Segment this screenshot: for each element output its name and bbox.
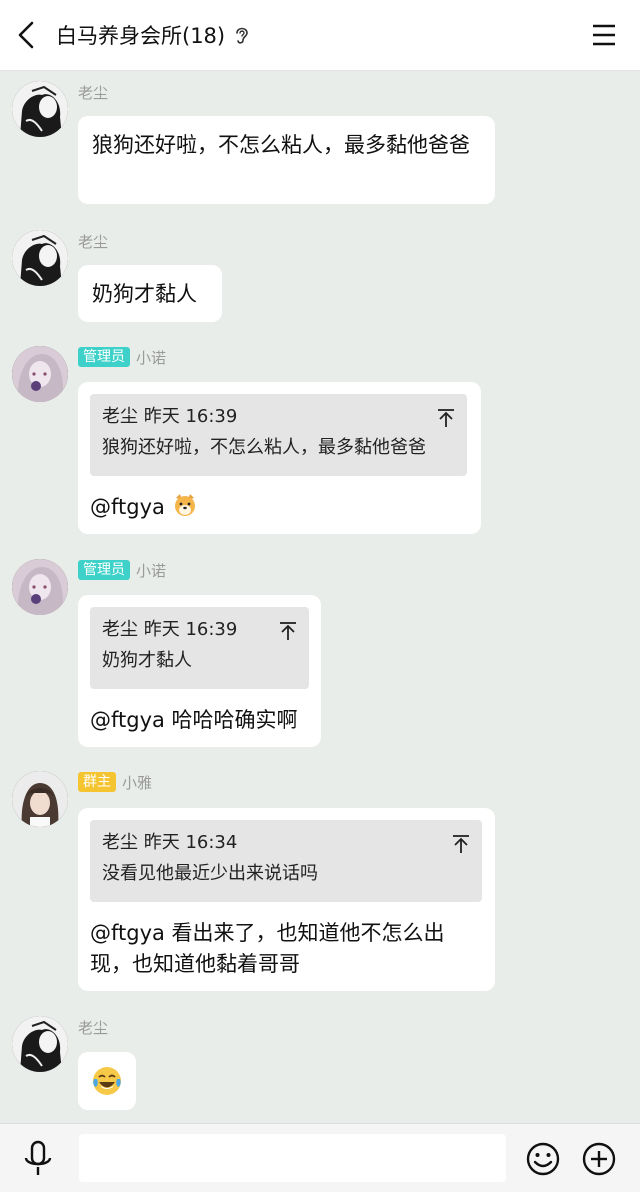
reply-text: @ftgya 哈哈哈确实啊 bbox=[90, 708, 298, 732]
message-text: 奶狗才黏人 bbox=[92, 282, 197, 306]
jump-to-top-icon[interactable] bbox=[279, 621, 297, 641]
input-bar bbox=[0, 1123, 640, 1192]
avatar[interactable] bbox=[12, 81, 68, 137]
jump-to-top-icon[interactable] bbox=[452, 834, 470, 854]
message-bubble[interactable]: 老尘 昨天 16:39 狼狗还好啦，不怎么粘人，最多黏他爸爸 @ftgya bbox=[78, 382, 481, 534]
message-bubble[interactable] bbox=[78, 1052, 136, 1110]
anime-girl-avatar-image bbox=[12, 559, 68, 615]
quote-text: 狼狗还好啦，不怎么粘人，最多黏他爸爸 bbox=[102, 437, 426, 458]
quote-header: 老尘 昨天 16:39 bbox=[102, 406, 238, 427]
reply-text: @ftgya bbox=[90, 495, 165, 519]
sender-name: 老尘 bbox=[78, 1018, 109, 1037]
quoted-message[interactable]: 老尘 昨天 16:39 奶狗才黏人 bbox=[90, 607, 309, 689]
avatar[interactable] bbox=[12, 230, 68, 286]
quoted-message[interactable]: 老尘 昨天 16:34 没看见他最近少出来说话吗 bbox=[90, 820, 482, 902]
anime-girl-avatar-image bbox=[12, 346, 68, 402]
quoted-message[interactable]: 老尘 昨天 16:39 狼狗还好啦，不怎么粘人，最多黏他爸爸 bbox=[90, 394, 467, 476]
reply-text: @ftgya 看出来了，也知道他不怎么出现，也知道他黏着哥哥 bbox=[90, 921, 445, 976]
quote-header: 老尘 昨天 16:34 bbox=[102, 832, 238, 853]
ear-icon bbox=[236, 27, 248, 44]
message-input[interactable] bbox=[79, 1134, 506, 1182]
message-bubble[interactable]: 狼狗还好啦，不怎么粘人，最多黏他爸爸 bbox=[78, 116, 495, 204]
owner-badge: 群主 bbox=[78, 772, 116, 792]
avatar[interactable] bbox=[12, 346, 68, 402]
avatar[interactable] bbox=[12, 559, 68, 615]
admin-badge: 管理员 bbox=[78, 560, 130, 580]
sender-name: 老尘 bbox=[78, 83, 109, 102]
tears-of-joy-emoji-icon bbox=[93, 1067, 121, 1095]
message-bubble[interactable]: 老尘 昨天 16:34 没看见他最近少出来说话吗 @ftgya 看出来了，也知道… bbox=[78, 808, 495, 991]
sender-name: 老尘 bbox=[78, 232, 109, 251]
quote-text: 奶狗才黏人 bbox=[102, 650, 192, 671]
jump-to-top-icon[interactable] bbox=[437, 408, 455, 428]
message-text: 狼狗还好啦，不怎么粘人，最多黏他爸爸 bbox=[92, 133, 470, 157]
admin-badge: 管理员 bbox=[78, 347, 130, 367]
reply-text-wrap: @ftgya bbox=[90, 492, 469, 523]
manga-avatar-image bbox=[12, 230, 68, 286]
quote-text: 没看见他最近少出来说话吗 bbox=[102, 863, 318, 884]
manga-avatar-image bbox=[12, 1016, 68, 1072]
sender-name: 小诺 bbox=[136, 348, 167, 367]
message-bubble[interactable]: 老尘 昨天 16:39 奶狗才黏人 @ftgya 哈哈哈确实啊 bbox=[78, 595, 321, 747]
girl-photo-avatar-image bbox=[12, 771, 68, 827]
avatar[interactable] bbox=[12, 1016, 68, 1072]
manga-avatar-image bbox=[12, 81, 68, 137]
quote-header: 老尘 昨天 16:39 bbox=[102, 619, 238, 640]
sender-name: 小诺 bbox=[136, 561, 167, 580]
message-bubble[interactable]: 奶狗才黏人 bbox=[78, 265, 222, 322]
dog-face-emoji-icon bbox=[174, 494, 195, 516]
chat-title[interactable]: 白马养身会所(18) bbox=[56, 20, 225, 50]
hamburger-menu-icon[interactable] bbox=[590, 21, 618, 49]
sender-name: 小雅 bbox=[122, 773, 153, 792]
smiley-icon[interactable] bbox=[525, 1141, 561, 1177]
avatar[interactable] bbox=[12, 771, 68, 827]
plus-circle-icon[interactable] bbox=[581, 1141, 617, 1177]
chat-header: 白马养身会所(18) bbox=[0, 0, 640, 71]
microphone-icon[interactable] bbox=[20, 1139, 56, 1179]
back-icon[interactable] bbox=[10, 17, 46, 53]
